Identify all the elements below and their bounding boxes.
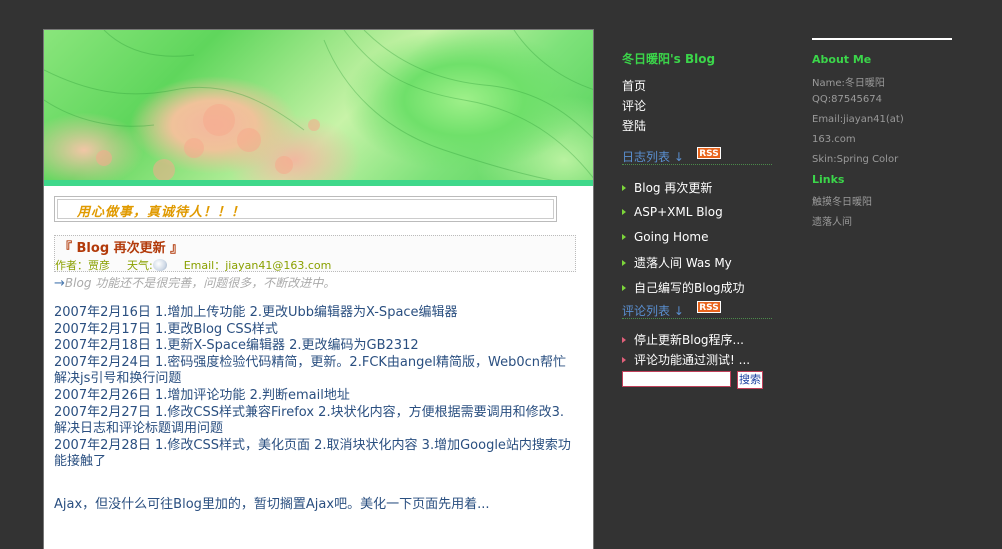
- triangle-bullet-icon: [622, 185, 626, 191]
- log-item-label: 自己编写的Blog成功: [634, 281, 745, 295]
- post-closing-text: Ajax，但没什么可往Blog里加的，暂切搁置Ajax吧。美化一下页面先用着..…: [54, 497, 490, 512]
- about-me-heading: About Me: [812, 53, 872, 66]
- arrow-right-icon: →: [54, 276, 65, 291]
- log-item-label: 遗落人间 Was My: [634, 256, 732, 270]
- comment-list-item[interactable]: 停止更新Blog程序...: [622, 331, 744, 348]
- banner-fractal-art: [44, 30, 593, 186]
- links-heading: Links: [812, 173, 845, 186]
- post-meta: 作者：贾彦 天气: Email：jiayan41@163.com: [55, 257, 331, 273]
- about-skin: Skin:Spring Color: [812, 154, 899, 165]
- comment-item-label: 停止更新Blog程序...: [634, 333, 744, 347]
- triangle-bullet-icon: [622, 234, 626, 240]
- about-qq: QQ:87545674: [812, 94, 883, 105]
- changelog-entry: 2007年2月17日 1.更改Blog CSS样式: [54, 321, 278, 337]
- comment-item-label: 评论功能通过测试! ...: [634, 353, 751, 367]
- log-list-title: 日志列表 ↓: [622, 150, 684, 164]
- divider: [812, 38, 952, 40]
- motto-box: 用心做事，真诚待人！！！: [54, 196, 557, 222]
- log-item-label: Blog 再次更新: [634, 181, 713, 195]
- changelog-entry: 2007年2月26日 1.增加评论功能 2.判断email地址: [54, 387, 350, 403]
- friend-link[interactable]: 遗落人间: [812, 213, 852, 228]
- author-email[interactable]: jiayan41@163.com: [225, 259, 331, 272]
- log-list-item[interactable]: 自己编写的Blog成功: [622, 279, 745, 296]
- changelog-entry: 2007年2月18日 1.更新X-Space编辑器 2.更改编码为GB2312: [54, 338, 419, 354]
- changelog-entry: 2007年2月27日 1.修改CSS样式兼容Firefox 2.块状化内容，方便…: [54, 404, 564, 437]
- email-label: Email：: [183, 259, 226, 272]
- log-list-item[interactable]: ASP+XML Blog: [622, 205, 723, 219]
- changelog-entry: 2007年2月16日 1.增加上传功能 2.更改Ubb编辑器为X-Space编辑…: [54, 305, 458, 320]
- nav-home-link[interactable]: 首页: [622, 77, 646, 94]
- weather-cloudy-icon: [152, 259, 167, 271]
- about-email-line1: Email:jiayan41(at): [812, 114, 904, 125]
- post-header: 『 Blog 再次更新 』 作者：贾彦 天气: Email：jiayan41@1…: [54, 235, 576, 272]
- search-input[interactable]: [622, 371, 731, 387]
- about-name: Name:冬日暖阳: [812, 78, 885, 89]
- nav-comments-link[interactable]: 评论: [622, 97, 646, 114]
- changelog-entry: 2007年2月28日 1.修改CSS样式，美化页面 2.取消块状化内容 3.增加…: [54, 437, 571, 470]
- log-list-item[interactable]: Blog 再次更新: [622, 179, 712, 196]
- about-email-line2: 163.com: [812, 134, 856, 145]
- summary-text: Blog 功能还不是很完善，问题很多，不断改进中。: [64, 276, 336, 290]
- comment-list-item[interactable]: 评论功能通过测试! ...: [622, 351, 750, 368]
- nav-login-link[interactable]: 登陆: [622, 117, 646, 134]
- author-label: 作者：: [55, 259, 88, 272]
- comment-list-title: 评论列表 ↓: [622, 304, 684, 318]
- header-banner-image: [44, 30, 593, 186]
- log-list-item[interactable]: Going Home: [622, 230, 708, 244]
- changelog-list: 2007年2月16日 1.增加上传功能 2.更改Ubb编辑器为X-Space编辑…: [54, 305, 574, 471]
- search-button[interactable]: 搜索: [737, 371, 763, 389]
- main-content-panel: 用心做事，真诚待人！！！ 『 Blog 再次更新 』 作者：贾彦 天气: Ema…: [43, 29, 594, 549]
- author-name: 贾彦: [88, 259, 110, 272]
- motto-text: 用心做事，真诚待人！！！: [77, 205, 246, 220]
- triangle-bullet-icon: [622, 209, 626, 215]
- log-item-label: Going Home: [634, 230, 709, 244]
- triangle-bullet-icon: [622, 285, 626, 291]
- weather-label: 天气:: [127, 259, 153, 272]
- triangle-bullet-icon: [622, 337, 626, 343]
- blog-title[interactable]: 冬日暖阳's Blog: [622, 50, 715, 67]
- friend-link[interactable]: 触摸冬日暖阳: [812, 193, 872, 208]
- log-item-label: ASP+XML Blog: [634, 205, 723, 219]
- changelog-entry: 2007年2月24日 1.密码强度检验代码精简，更新。2.FCK由angel精简…: [54, 354, 566, 387]
- log-list-item[interactable]: 遗落人间 Was My: [622, 254, 732, 271]
- post-title[interactable]: 『 Blog 再次更新 』: [59, 237, 183, 256]
- rss-icon[interactable]: RSS: [697, 147, 721, 159]
- triangle-bullet-icon: [622, 260, 626, 266]
- post-summary: →Blog 功能还不是很完善，问题很多，不断改进中。: [54, 274, 335, 291]
- triangle-bullet-icon: [622, 357, 626, 363]
- rss-icon[interactable]: RSS: [697, 301, 721, 313]
